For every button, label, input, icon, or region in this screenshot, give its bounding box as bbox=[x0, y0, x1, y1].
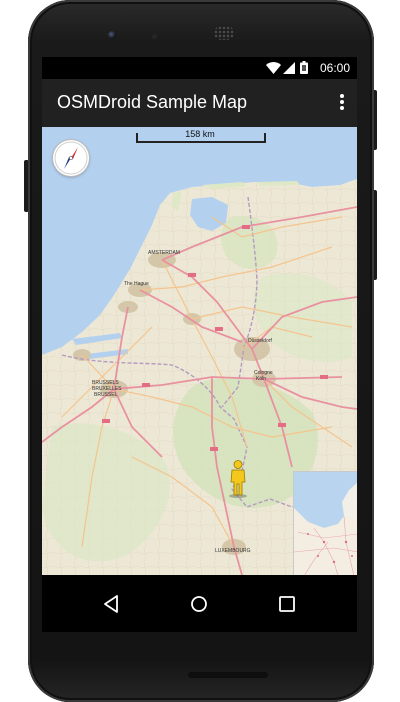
compass-icon[interactable] bbox=[53, 140, 89, 176]
wifi-icon bbox=[266, 62, 281, 74]
bottom-speaker bbox=[188, 672, 268, 678]
recents-icon[interactable] bbox=[276, 593, 298, 615]
navigation-bar bbox=[42, 575, 357, 632]
map-view[interactable]: AMSTERDAM The Hague BRUSSELS BRUXELLES B… bbox=[42, 127, 357, 575]
app-bar: OSMDroid Sample Map bbox=[42, 79, 357, 127]
label-luxembourg: LUXEMBOURG bbox=[215, 548, 251, 554]
label-koln: Köln bbox=[256, 376, 266, 382]
scale-label: 158 km bbox=[185, 129, 215, 139]
overflow-menu-icon[interactable] bbox=[337, 93, 347, 113]
label-the-hague: The Hague bbox=[124, 281, 149, 287]
label-amsterdam: AMSTERDAM bbox=[148, 250, 180, 256]
back-icon[interactable] bbox=[101, 593, 123, 615]
earpiece-speaker bbox=[214, 26, 234, 40]
light-sensor bbox=[152, 34, 157, 39]
status-bar: 06:00 bbox=[42, 57, 357, 79]
home-icon[interactable] bbox=[188, 593, 210, 615]
minimap[interactable] bbox=[293, 471, 357, 575]
screen: 06:00 OSMDroid Sample Map AMSTERDAM The … bbox=[42, 57, 357, 632]
battery-icon bbox=[300, 61, 308, 74]
scale-bar: 158 km bbox=[136, 129, 266, 143]
app-title: OSMDroid Sample Map bbox=[57, 92, 248, 112]
label-dusseldorf: Düsseldorf bbox=[248, 338, 273, 344]
front-camera bbox=[108, 31, 116, 39]
person-marker-icon[interactable] bbox=[228, 460, 248, 498]
status-time: 06:00 bbox=[319, 61, 350, 75]
label-brussel: BRUSSEL bbox=[94, 392, 118, 398]
cell-signal-icon bbox=[283, 62, 295, 74]
